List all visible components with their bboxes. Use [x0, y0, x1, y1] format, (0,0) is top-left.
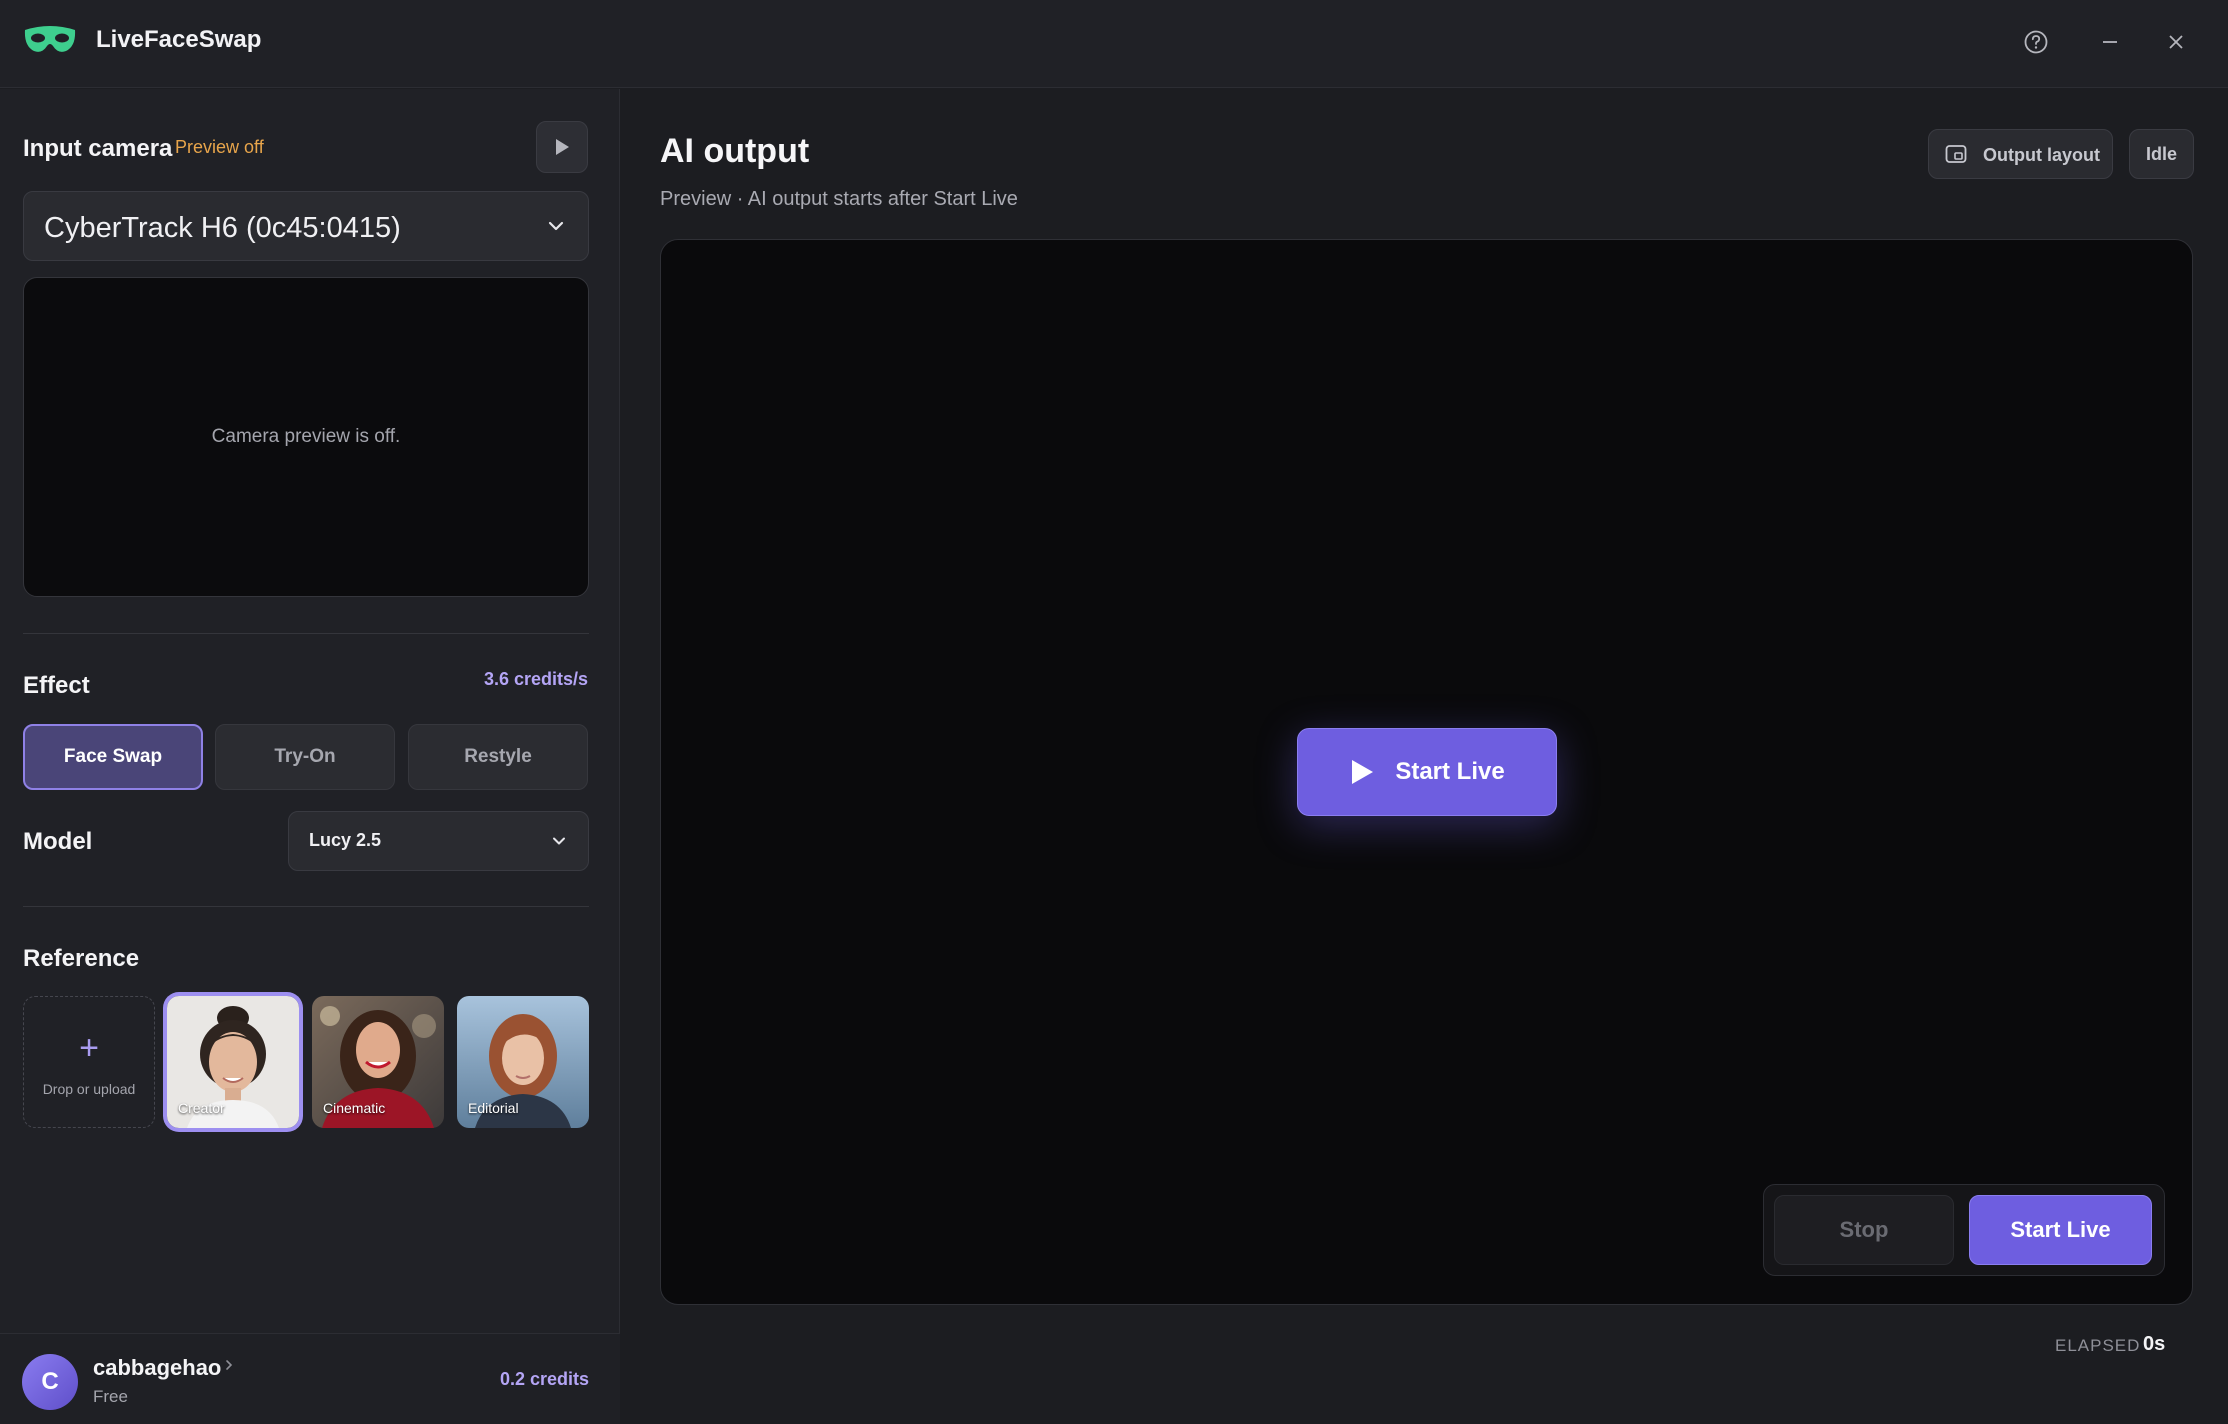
divider	[23, 906, 589, 907]
camera-preview: Camera preview is off.	[23, 277, 589, 597]
minimize-button[interactable]	[2092, 24, 2128, 60]
reference-label: Creator	[178, 1100, 225, 1116]
reference-editorial[interactable]: Editorial	[457, 996, 589, 1128]
effect-face-swap-button[interactable]: Face Swap	[23, 724, 203, 790]
picture-in-picture-icon	[1945, 145, 1967, 163]
credits-rate: 3.6 credits/s	[483, 669, 588, 689]
camera-select[interactable]: CyberTrack H6 (0c45:0415)	[23, 191, 589, 261]
camera-preview-message: Camera preview is off.	[211, 426, 401, 447]
reference-title: Reference	[23, 945, 140, 972]
divider	[23, 633, 589, 634]
user-name: cabbagehao	[93, 1355, 222, 1380]
mask-icon	[24, 26, 76, 52]
model-title: Model	[23, 828, 93, 855]
user-plan: Free	[93, 1387, 128, 1406]
chevron-down-icon	[548, 221, 564, 231]
model-select-value: Lucy 2.5	[309, 830, 382, 850]
start-live-label: Start Live	[1395, 758, 1505, 785]
plus-icon: +	[79, 1029, 99, 1067]
close-button[interactable]	[2158, 24, 2194, 60]
chevron-right-icon	[226, 1360, 233, 1370]
reference-label: Cinematic	[323, 1100, 386, 1116]
upload-reference-button[interactable]: + Drop or upload	[23, 996, 155, 1128]
user-credits: 0.2 credits	[499, 1369, 589, 1389]
reference-cinematic[interactable]: Cinematic	[312, 996, 444, 1128]
start-live-center-button[interactable]: Start Live	[1297, 728, 1557, 816]
reference-label: Editorial	[468, 1100, 519, 1116]
page-title: AI output	[660, 132, 810, 170]
output-layout-label: Output layout	[1983, 145, 2100, 165]
page-subtitle: Preview · AI output starts after Start L…	[660, 188, 1018, 210]
minimize-icon	[2103, 41, 2117, 43]
preview-status: Preview off	[175, 137, 264, 157]
input-camera-title: Input camera	[23, 135, 173, 162]
app-title: LiveFaceSwap	[96, 26, 262, 53]
effect-title: Effect	[23, 672, 90, 699]
play-icon	[556, 139, 569, 155]
upload-label: Drop or upload	[42, 1081, 136, 1097]
preview-toggle-button[interactable]	[536, 121, 588, 173]
start-live-button[interactable]: Start Live	[1969, 1195, 2152, 1265]
output-layout-button[interactable]: Output layout	[1928, 129, 2113, 179]
status-badge: Idle	[2129, 129, 2194, 179]
sidebar: Input camera Preview off CyberTrack H6 (…	[0, 89, 620, 1424]
reference-creator[interactable]: Creator	[167, 996, 299, 1128]
effect-try-on-button[interactable]: Try-On	[215, 724, 395, 790]
live-controls: Stop Start Live	[1763, 1184, 2165, 1276]
close-icon	[2169, 35, 2183, 49]
help-button[interactable]	[2018, 24, 2054, 60]
effect-restyle-button[interactable]: Restyle	[408, 724, 588, 790]
user-bar[interactable]: C cabbagehao Free 0.2 credits	[0, 1333, 620, 1424]
elapsed-value: 0s	[2143, 1333, 2166, 1355]
chevron-down-icon	[553, 837, 565, 845]
ai-output-stage: Start Live Stop Start Live	[660, 239, 2193, 1305]
play-icon	[1352, 760, 1374, 784]
model-select[interactable]: Lucy 2.5	[288, 811, 589, 871]
avatar: C	[22, 1354, 78, 1410]
elapsed-label: ELAPSED	[2055, 1336, 2141, 1355]
stop-button[interactable]: Stop	[1774, 1195, 1954, 1265]
camera-select-value: CyberTrack H6 (0c45:0415)	[44, 212, 401, 244]
title-bar: LiveFaceSwap	[0, 0, 2228, 88]
help-circle-icon	[2024, 30, 2048, 54]
